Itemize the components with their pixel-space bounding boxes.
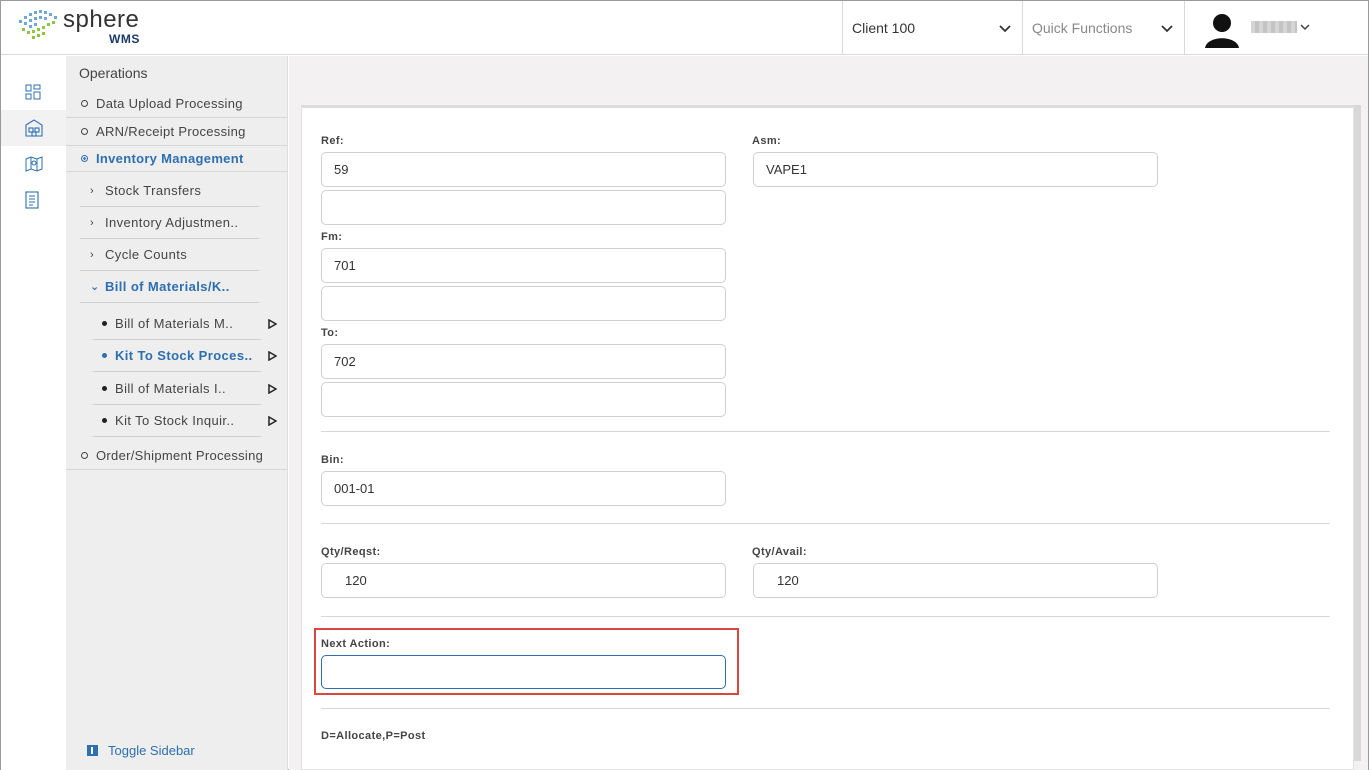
play-icon [268,351,277,361]
toggle-sidebar-label: Toggle Sidebar [108,743,195,758]
ref-label: Ref: [321,135,344,147]
sidebar-item-data-upload[interactable]: Data Upload Processing [66,90,287,118]
circle-bullet-icon [81,128,88,135]
quick-functions-select[interactable]: Quick Functions [1022,1,1184,55]
to-input[interactable] [321,344,726,379]
divider [321,523,1330,524]
sidebar-item-label: Data Upload Processing [96,96,243,111]
next-action-label: Next Action: [321,638,391,650]
sidebar-item-label: ARN/Receipt Processing [96,124,246,139]
brand-sub: WMS [109,32,140,46]
asm-label: Asm: [752,135,782,147]
sidebar-item-label: Bill of Materials I.. [115,381,226,396]
sidebar-toggle-icon [87,745,98,756]
chevron-right-icon: › [90,216,95,229]
quick-functions-placeholder: Quick Functions [1032,20,1133,36]
fm-input[interactable] [321,248,726,283]
chevron-down-icon [1300,24,1310,31]
sidebar-item-label: Kit To Stock Inquir.. [115,413,235,428]
asm-input[interactable] [753,152,1158,187]
sidebar-item-bom-inquiry[interactable]: Bill of Materials I.. [93,373,277,405]
rail-map[interactable] [1,146,66,182]
report-icon [25,191,39,209]
sidebar-item-label: Order/Shipment Processing [96,448,264,463]
divider [321,708,1330,709]
bin-label: Bin: [321,454,344,466]
sidebar-item-kit-to-stock-inquiry[interactable]: Kit To Stock Inquir.. [93,405,277,437]
dot-bullet-icon [102,418,107,423]
qty-reqst-input[interactable] [321,563,726,598]
ref-input[interactable] [321,152,726,187]
sidebar-item-inventory-adjustments[interactable]: › Inventory Adjustmen.. [80,207,259,239]
kit-to-stock-form: Ref: Asm: Fm: To: Bin: Qty/Reqst: Qty/Av… [301,105,1354,770]
bin-input[interactable] [321,471,726,506]
sidebar-item-inventory-management[interactable]: Inventory Management [66,146,287,172]
sidebar-item-stock-transfers[interactable]: › Stock Transfers [80,175,259,207]
sidebar-item-bom-maintenance[interactable]: Bill of Materials M.. [93,308,277,340]
qty-avail-label: Qty/Avail: [752,546,807,558]
sidebar-item-label: Cycle Counts [105,247,188,262]
chevron-down-icon: ⌄ [90,281,100,293]
dot-bullet-icon [102,353,107,358]
sidebar-item-label: Inventory Adjustmen.. [105,215,239,230]
user-avatar-icon [1201,8,1243,50]
sidebar-item-label: Bill of Materials M.. [115,316,234,331]
sidebar-item-label: Inventory Management [96,151,244,166]
user-menu[interactable] [1184,1,1368,55]
warehouse-icon [25,119,43,137]
circle-bullet-icon [81,155,88,162]
play-icon [268,416,277,426]
chevron-down-icon [1161,25,1173,33]
divider [321,431,1330,432]
next-action-input[interactable] [321,655,726,689]
app-header: sphere WMS Client 100 Quick Functions [1,1,1368,55]
client-select-value: Client 100 [852,20,916,36]
sidebar-item-order-shipment[interactable]: Order/Shipment Processing [66,442,287,470]
sidebar-item-label: Bill of Materials/K.. [105,279,230,294]
brand-name: sphere [63,6,140,33]
dot-bullet-icon [102,321,107,326]
qty-reqst-label: Qty/Reqst: [321,546,381,558]
client-select[interactable]: Client 100 [842,1,1022,55]
sidebar-item-bill-of-materials-kits[interactable]: ⌄ Bill of Materials/K.. [80,271,259,303]
sidebar-item-label: Stock Transfers [105,183,202,198]
sidebar-item-kit-to-stock-processing[interactable]: Kit To Stock Proces.. [93,340,277,372]
to-label: To: [321,327,339,339]
divider [321,616,1330,617]
sidebar: Operations Data Upload Processing ARN/Re… [66,56,288,770]
circle-bullet-icon [81,100,88,107]
sidebar-item-arn-receipt[interactable]: ARN/Receipt Processing [66,118,287,146]
dot-bullet-icon [102,386,107,391]
icon-rail [1,56,66,770]
play-icon [268,319,277,329]
action-hint: D=Allocate,P=Post [321,730,426,742]
user-name-redacted [1251,21,1297,33]
chevron-right-icon: › [90,248,95,261]
chevron-down-icon [999,25,1011,33]
fm-label: Fm: [321,231,343,243]
rail-report[interactable] [1,182,66,218]
chevron-right-icon: › [90,184,95,197]
qty-avail-input[interactable] [753,563,1158,598]
fm-input-2[interactable] [321,286,726,321]
circle-bullet-icon [81,452,88,459]
sidebar-item-label: Kit To Stock Proces.. [115,348,253,363]
rail-warehouse[interactable] [1,110,66,146]
ref-input-2[interactable] [321,190,726,225]
vertical-scrollbar[interactable] [1354,105,1361,761]
main-content: Ref: Asm: Fm: To: Bin: Qty/Reqst: Qty/Av… [289,56,1368,770]
toggle-sidebar-link[interactable]: Toggle Sidebar [87,743,195,758]
sidebar-item-cycle-counts[interactable]: › Cycle Counts [80,239,259,271]
play-icon [268,384,277,394]
to-input-2[interactable] [321,382,726,417]
sidebar-title: Operations [79,65,148,81]
map-icon [25,156,43,172]
dashboard-icon [25,84,41,100]
rail-dashboard[interactable] [1,74,66,110]
